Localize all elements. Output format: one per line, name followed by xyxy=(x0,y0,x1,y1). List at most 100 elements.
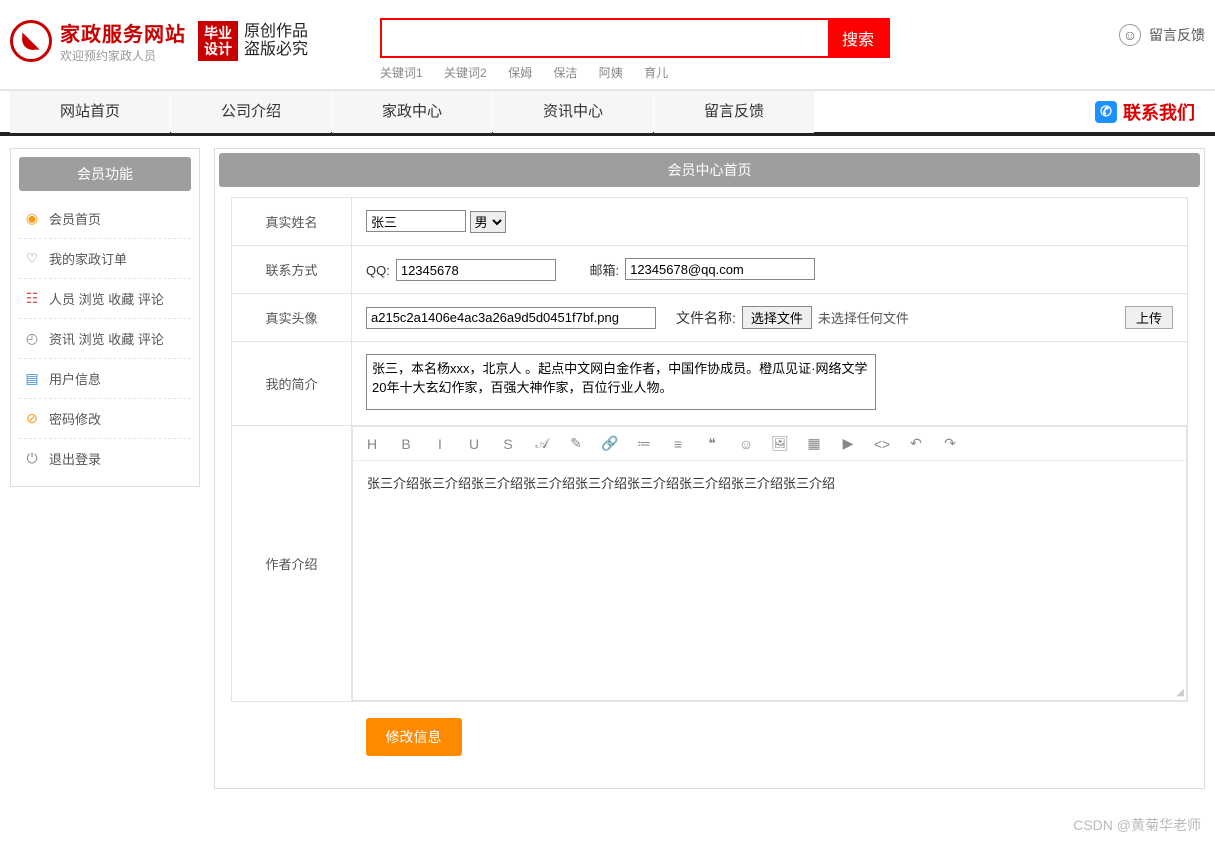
site-subtitle: 欢迎预约家政人员 xyxy=(60,47,186,64)
search-block: 搜索 关键词1 关键词2 保姆 保洁 阿姨 育儿 xyxy=(380,18,995,81)
badge-block: 毕业 设计 原创作品 盗版必究 xyxy=(198,21,308,61)
keyword-link[interactable]: 关键词2 xyxy=(444,66,487,80)
nav-row: 网站首页 公司介绍 家政中心 资讯中心 留言反馈 ✆ 联系我们 xyxy=(0,90,1215,132)
nav-tabs: 网站首页 公司介绍 家政中心 资讯中心 留言反馈 xyxy=(10,91,1095,133)
watermark: CSDN @黄菊华老师 xyxy=(0,809,1215,841)
user-icon: ▤ xyxy=(23,370,41,387)
keyword-row: 关键词1 关键词2 保姆 保洁 阿姨 育儿 xyxy=(380,64,995,81)
keyword-link[interactable]: 保洁 xyxy=(553,66,577,80)
qq-label: QQ: xyxy=(366,263,390,278)
video-icon[interactable]: ▶ xyxy=(839,435,857,452)
search-input[interactable] xyxy=(382,20,828,56)
emoji-icon[interactable]: ☺ xyxy=(737,436,755,452)
label-bio: 我的简介 xyxy=(232,342,352,426)
table-icon[interactable]: ▦ xyxy=(805,435,823,452)
sidebar-item-label: 用户信息 xyxy=(49,369,101,388)
order-icon: ♡ xyxy=(23,250,41,267)
nav-tab-home[interactable]: 网站首页 xyxy=(10,91,170,133)
brush-icon[interactable]: ✎ xyxy=(567,435,585,452)
qq-input[interactable] xyxy=(396,259,556,281)
real-name-input[interactable] xyxy=(366,210,466,232)
redo-icon[interactable]: ↷ xyxy=(941,435,959,452)
logo-icon xyxy=(10,20,52,62)
home-icon: ◉ xyxy=(23,210,41,227)
submit-button[interactable]: 修改信息 xyxy=(366,718,462,756)
keyword-link[interactable]: 保姆 xyxy=(508,66,532,80)
heading-icon[interactable]: H xyxy=(363,436,381,452)
headset-icon: ☺ xyxy=(1119,24,1141,46)
feedback-label: 留言反馈 xyxy=(1149,25,1205,45)
sidebar: 会员功能 ◉ 会员首页 ♡ 我的家政订单 ☷ 人员 浏览 收藏 评论 ◴ 资讯 浏览 收藏 评… xyxy=(10,148,200,487)
resize-handle-icon: ◢ xyxy=(1176,687,1184,698)
profile-form: 真实姓名 男 联系方式 QQ: xyxy=(231,197,1188,768)
avatar-path-input[interactable] xyxy=(366,307,656,329)
people-icon: ☷ xyxy=(23,290,41,307)
badge-red: 毕业 设计 xyxy=(198,21,238,61)
gender-select[interactable]: 男 xyxy=(470,211,506,233)
sidebar-item-label: 资讯 浏览 收藏 评论 xyxy=(49,329,164,348)
sidebar-item-label: 人员 浏览 收藏 评论 xyxy=(49,289,164,308)
image-icon[interactable]: 🖼 xyxy=(771,435,789,452)
quote-icon[interactable]: ❝ xyxy=(703,435,721,452)
choose-file-button[interactable]: 选择文件 xyxy=(742,306,812,329)
contact-us-label: 联系我们 xyxy=(1123,99,1195,125)
keyword-link[interactable]: 关键词1 xyxy=(380,66,423,80)
underline-icon[interactable]: U xyxy=(465,436,483,452)
email-label: 邮箱: xyxy=(589,260,619,279)
label-author-intro: 作者介绍 xyxy=(232,426,352,702)
password-icon: ⊘ xyxy=(23,410,41,427)
nav-tab-service[interactable]: 家政中心 xyxy=(332,91,492,133)
sidebar-item[interactable]: ⏻ 退出登录 xyxy=(19,439,191,478)
feedback-link[interactable]: ☺ 留言反馈 xyxy=(995,18,1205,46)
sidebar-item-label: 会员首页 xyxy=(49,209,101,228)
bold-icon[interactable]: B xyxy=(397,436,415,452)
keyword-link[interactable]: 阿姨 xyxy=(599,66,623,80)
ol-icon[interactable]: ≔ xyxy=(635,435,653,452)
logout-icon: ⏻ xyxy=(23,450,41,467)
link-icon[interactable]: 🔗 xyxy=(601,435,619,452)
nav-tab-company[interactable]: 公司介绍 xyxy=(171,91,331,133)
logo-text: 家政服务网站 欢迎预约家政人员 xyxy=(60,18,186,64)
rich-editor: HBIUS𝒜 ✎ 🔗 ≔ ≡ ❝ ☺ 🖼 ▦ ▶ <> ↶ ↷ 张三介绍张三介绍张三介绍张三介绍张三介绍… xyxy=(352,426,1187,701)
editor-content[interactable]: 张三介绍张三介绍张三介绍张三介绍张三介绍张三介绍张三介绍张三介绍张三介绍 ◢ xyxy=(352,461,1187,701)
news-icon: ◴ xyxy=(23,330,41,347)
file-name-label: 文件名称: xyxy=(676,308,736,328)
panel-title: 会员中心首页 xyxy=(219,153,1200,187)
label-avatar: 真实头像 xyxy=(232,294,352,342)
search-bar: 搜索 xyxy=(380,18,890,58)
keyword-link[interactable]: 育儿 xyxy=(644,66,668,80)
sidebar-item[interactable]: ◴ 资讯 浏览 收藏 评论 xyxy=(19,319,191,359)
site-title: 家政服务网站 xyxy=(60,18,186,47)
sidebar-title: 会员功能 xyxy=(19,157,191,191)
label-real-name: 真实姓名 xyxy=(232,198,352,246)
editor-toolbar: HBIUS𝒜 ✎ 🔗 ≔ ≡ ❝ ☺ 🖼 ▦ ▶ <> ↶ ↷ xyxy=(352,426,1187,461)
main-panel: 会员中心首页 真实姓名 男 联系方式 QQ: xyxy=(214,148,1205,789)
upload-button[interactable]: 上传 xyxy=(1125,306,1173,329)
sidebar-item[interactable]: ♡ 我的家政订单 xyxy=(19,239,191,279)
sidebar-item-label: 密码修改 xyxy=(49,409,101,428)
nav-tab-news[interactable]: 资讯中心 xyxy=(493,91,653,133)
badge-side-text: 原创作品 盗版必究 xyxy=(244,23,308,59)
align-icon[interactable]: ≡ xyxy=(669,436,687,452)
undo-icon[interactable]: ↶ xyxy=(907,435,925,452)
search-button[interactable]: 搜索 xyxy=(828,20,888,56)
bio-textarea[interactable] xyxy=(366,354,876,410)
code-icon[interactable]: <> xyxy=(873,436,891,452)
sidebar-item[interactable]: ☷ 人员 浏览 收藏 评论 xyxy=(19,279,191,319)
header: 家政服务网站 欢迎预约家政人员 毕业 设计 原创作品 盗版必究 搜索 关键词1 … xyxy=(0,0,1215,90)
label-contact: 联系方式 xyxy=(232,246,352,294)
logo-block: 家政服务网站 欢迎预约家政人员 毕业 设计 原创作品 盗版必究 xyxy=(10,18,380,64)
sidebar-item[interactable]: ▤ 用户信息 xyxy=(19,359,191,399)
strike-icon[interactable]: S xyxy=(499,436,517,452)
nav-tab-feedback[interactable]: 留言反馈 xyxy=(654,91,814,133)
italic-icon[interactable]: I xyxy=(431,436,449,452)
contact-us[interactable]: ✆ 联系我们 xyxy=(1095,99,1205,125)
phone-icon: ✆ xyxy=(1095,101,1117,123)
sidebar-item[interactable]: ◉ 会员首页 xyxy=(19,199,191,239)
sidebar-item-label: 退出登录 xyxy=(49,449,101,468)
email-input[interactable] xyxy=(625,258,815,280)
sidebar-item[interactable]: ⊘ 密码修改 xyxy=(19,399,191,439)
file-status: 未选择任何文件 xyxy=(818,308,909,327)
sidebar-item-label: 我的家政订单 xyxy=(49,249,127,268)
font-icon[interactable]: 𝒜 xyxy=(533,435,551,452)
